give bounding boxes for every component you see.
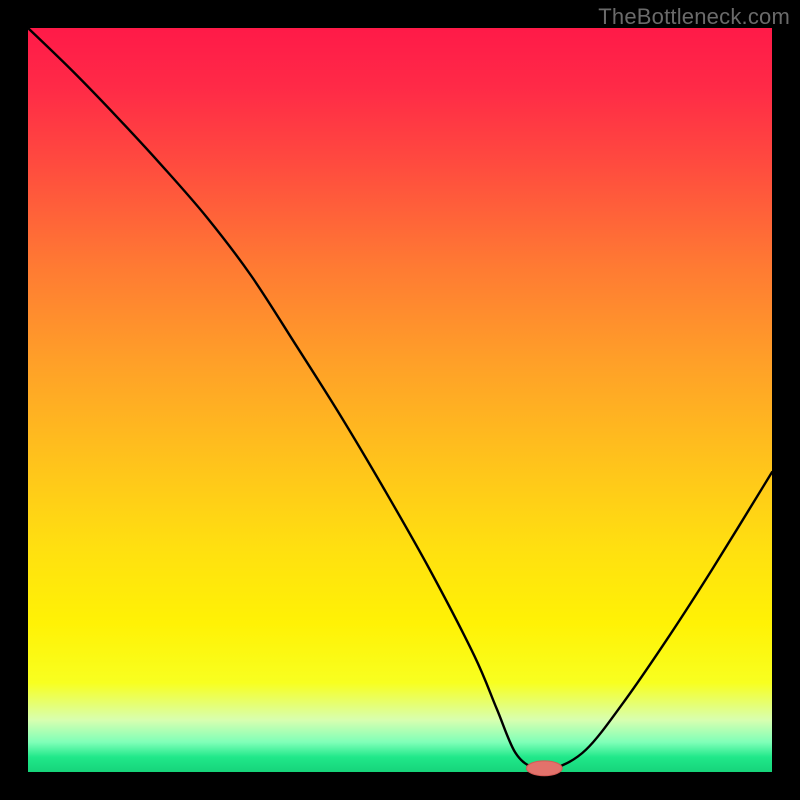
- watermark-text: TheBottleneck.com: [598, 4, 790, 30]
- plot-area: [28, 28, 772, 772]
- chart-frame: TheBottleneck.com: [0, 0, 800, 800]
